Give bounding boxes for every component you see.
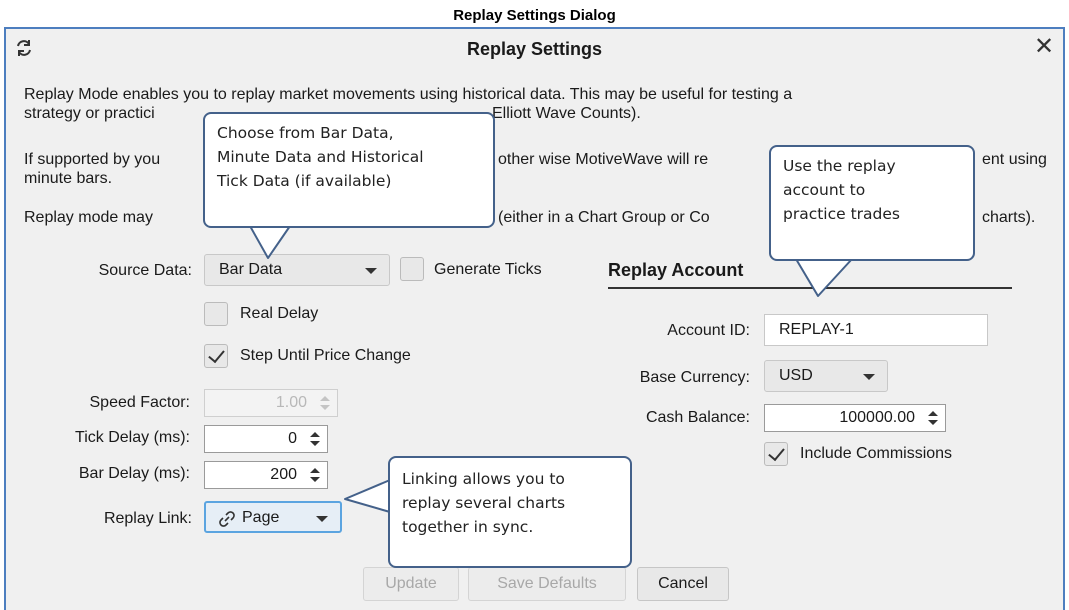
save-defaults-button[interactable]: Save Defaults <box>468 567 626 601</box>
window-title: Replay Settings <box>466 39 603 59</box>
source-data-callout: Choose from Bar Data, Minute Data and Hi… <box>203 112 495 228</box>
real-delay-label: Real Delay <box>240 305 319 322</box>
tick-delay-spinner[interactable]: 0 <box>204 425 328 453</box>
speed-factor-label: Speed Factor: <box>89 394 191 411</box>
callout-text: practice trades <box>783 205 900 223</box>
source-data-label: Source Data: <box>98 262 192 279</box>
step-until-price-change-checkbox[interactable] <box>204 344 228 368</box>
callout-text: Linking allows you to <box>402 470 565 488</box>
cancel-button[interactable]: Cancel <box>637 567 729 601</box>
cash-balance-spinner[interactable]: 100000.00 <box>764 404 946 432</box>
bar-delay-value: 200 <box>270 466 297 483</box>
source-data-value: Bar Data <box>219 261 283 278</box>
close-icon[interactable]: ✕ <box>1031 33 1057 61</box>
description-line-3c: ent using <box>982 151 1047 168</box>
base-currency-value: USD <box>779 367 813 384</box>
generate-ticks-checkbox[interactable] <box>400 257 424 281</box>
speed-factor-spinner[interactable]: 1.00 <box>204 389 338 417</box>
replay-link-callout: Linking allows you to replay several cha… <box>388 456 632 568</box>
include-commissions-label: Include Commissions <box>800 445 953 462</box>
include-commissions-checkbox[interactable] <box>764 442 788 466</box>
description-line-3b: other wise MotiveWave will re <box>498 151 709 168</box>
callout-text: Use the replay <box>783 157 896 175</box>
description-line-2b: Elliott Wave Counts). <box>492 105 641 122</box>
description-line-5c: charts). <box>982 209 1036 226</box>
link-icon <box>219 511 235 527</box>
account-id-field[interactable]: REPLAY-1 <box>764 314 988 346</box>
spinner-arrows-icon <box>928 411 938 425</box>
cash-balance-label: Cash Balance: <box>645 409 750 426</box>
section-divider <box>608 287 1012 289</box>
chevron-down-icon <box>316 516 328 522</box>
description-line-5b: (either in a Chart Group or Co <box>498 209 710 226</box>
spinner-arrows-icon <box>310 432 320 446</box>
chevron-down-icon <box>863 374 875 380</box>
callout-text: Choose from Bar Data, <box>217 124 394 142</box>
replay-link-dropdown[interactable]: Page <box>204 501 342 533</box>
replay-link-label: Replay Link: <box>103 510 192 527</box>
bar-delay-label: Bar Delay (ms): <box>78 465 190 482</box>
callout-text: account to <box>783 181 866 199</box>
callout-text: Tick Data (if available) <box>217 172 392 190</box>
update-button[interactable]: Update <box>363 567 459 601</box>
tick-delay-value: 0 <box>288 430 297 447</box>
generate-ticks-label: Generate Ticks <box>434 261 542 278</box>
document-caption: Replay Settings Dialog <box>453 7 616 24</box>
base-currency-label: Base Currency: <box>639 369 750 386</box>
title-bar: Replay Settings ✕ <box>6 29 1063 69</box>
spinner-arrows-icon <box>320 396 330 410</box>
spinner-arrows-icon <box>310 468 320 482</box>
chevron-down-icon <box>365 268 377 274</box>
replay-account-callout: Use the replay account to practice trade… <box>769 145 975 261</box>
real-delay-checkbox[interactable] <box>204 302 228 326</box>
account-id-label: Account ID: <box>667 322 750 339</box>
source-data-dropdown[interactable]: Bar Data <box>204 254 390 286</box>
replay-account-heading: Replay Account <box>608 260 744 280</box>
callout-text: together in sync. <box>402 518 534 536</box>
description-line-1: Replay Mode enables you to replay market… <box>24 86 793 103</box>
tick-delay-label: Tick Delay (ms): <box>75 429 190 446</box>
step-until-price-change-label: Step Until Price Change <box>240 347 411 364</box>
base-currency-dropdown[interactable]: USD <box>764 360 888 392</box>
callout-text: Minute Data and Historical <box>217 148 424 166</box>
speed-factor-value: 1.00 <box>275 394 307 411</box>
cash-balance-value: 100000.00 <box>839 409 915 426</box>
replay-link-value: Page <box>242 509 280 526</box>
bar-delay-spinner[interactable]: 200 <box>204 461 328 489</box>
callout-text: replay several charts <box>402 494 566 512</box>
